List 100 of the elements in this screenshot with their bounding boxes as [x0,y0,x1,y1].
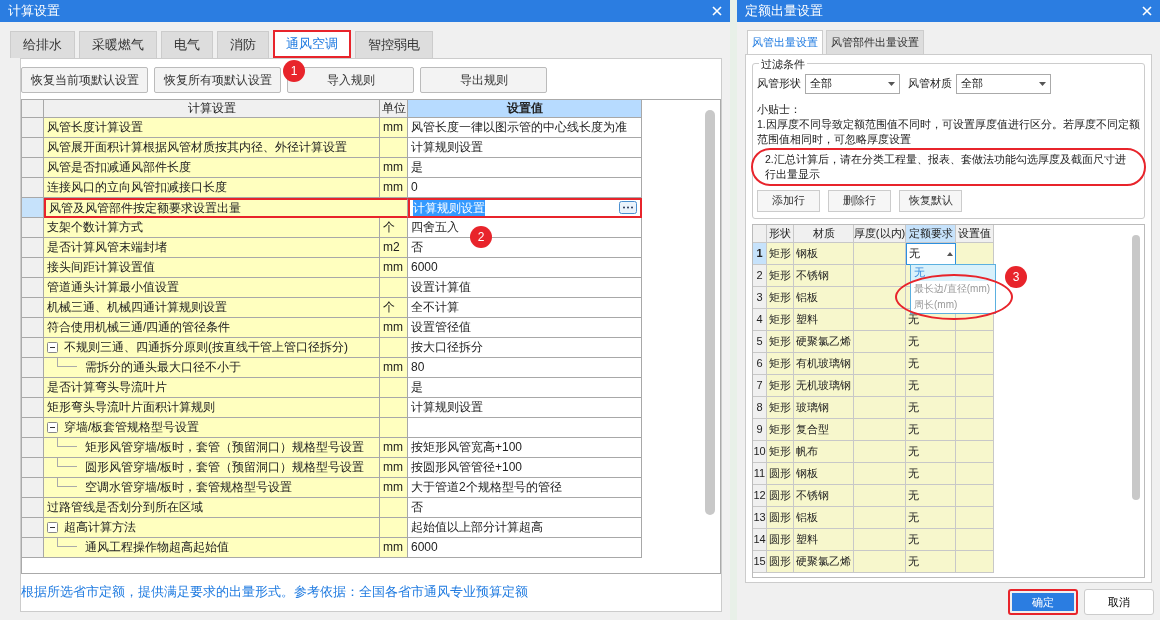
setting-name: 穿墙/板套管规格型号设置 [64,419,200,436]
tab[interactable]: 风管出量设置 [747,30,823,54]
dialog-button[interactable]: 确定 [1008,589,1078,615]
table-cell: 硬聚氯乙烯 [794,330,854,353]
table-cell [956,440,994,463]
table-cell: 风管长度一律以图示管的中心线长度为准 [408,117,642,138]
table-cell [854,374,906,397]
dropdown-field[interactable]: 全部 [805,73,900,94]
setting-name: 过路管线是否划分到所在区域 [47,499,203,516]
table-cell: 6000 [408,257,642,278]
table-cell: mm [380,477,408,498]
collapse-icon[interactable] [47,341,58,353]
row-number: 12 [753,484,767,507]
tab[interactable]: 电气 [161,31,213,58]
table-cell: mm [380,437,408,458]
table-cell: 玻璃钢 [794,396,854,419]
table-cell: mm [380,177,408,198]
tab[interactable]: 通风空调 [273,30,351,58]
close-icon[interactable] [1142,6,1152,16]
action-button[interactable]: 删除行 [828,189,891,212]
table-cell: mm [380,157,408,178]
table-cell [956,528,994,551]
setting-name: 矩形弯头导流叶片面积计算规则 [47,399,215,416]
tip-text: 1.因厚度不同导致定额范围值不同时，可设置厚度值进行区分。若厚度不同定额范围值相同时，可忽略厚度设置 [757,116,1140,147]
table-cell: 矩形 [767,440,794,463]
setting-name: 需拆分的通头最大口径不小于 [85,359,241,376]
column-header: 设置值 [956,224,994,243]
tab[interactable]: 消防 [217,31,269,58]
tab[interactable]: 给排水 [10,31,75,58]
setting-name: 风管展开面积计算根据风管材质按其内径、外径计算设置 [47,139,347,156]
table-cell [956,484,994,507]
column-header: 形状 [767,224,794,243]
column-header: 材质 [794,224,854,243]
dropdown-field[interactable]: 全部 [956,73,1051,94]
table-cell: 不锈钢 [794,264,854,287]
table-cell [854,506,906,529]
table-cell: 钢板 [794,462,854,485]
ellipsis-button[interactable] [619,201,637,214]
row-number: 15 [753,550,767,573]
tab[interactable]: 风管部件出量设置 [826,30,924,54]
dropdown-value: 全部 [961,76,983,92]
table-cell [956,506,994,529]
scrollbar[interactable] [705,109,715,515]
table-cell: 无 [906,484,956,507]
field-label: 风管形状 [757,76,801,92]
dropdown-field[interactable]: 无 [906,242,956,265]
setting-name: 风管是否扣减通风部件长度 [47,159,191,176]
field-label: 风管材质 [908,76,952,92]
table-cell: 钢板 [794,242,854,265]
table-cell: 无 [906,352,956,375]
collapse-icon[interactable] [47,521,58,533]
collapse-icon[interactable] [47,421,58,433]
caret-icon [888,81,895,86]
setting-name: 风管长度计算设置 [47,119,143,136]
table-cell: 计算规则设置 [408,397,642,418]
table-cell: 圆形 [767,528,794,551]
scrollbar[interactable] [1132,234,1140,500]
setting-name: 管道通头计算最小值设置 [47,279,179,296]
table-cell [956,242,994,265]
table-cell: 不锈钢 [794,484,854,507]
tab[interactable]: 智控弱电 [355,31,433,58]
setting-name: 机械三通、机械四通计算规则设置 [47,299,227,316]
setting-name: 支架个数计算方式 [47,219,143,236]
table-cell: 铝板 [794,286,854,309]
dropdown-value: 全部 [810,76,832,92]
setting-name: 风管及风管部件按定额要求设置出量 [49,199,241,216]
close-icon[interactable] [712,6,722,16]
table-cell [854,352,906,375]
action-button[interactable]: 恢复默认 [899,189,962,212]
toolbar-button[interactable]: 恢复当前项默认设置 [21,66,148,93]
toolbar-button[interactable]: 导出规则 [420,66,547,93]
row-number: 6 [753,352,767,375]
table-cell [854,242,906,265]
setting-name: 接头间距计算设置值 [47,259,155,276]
toolbar-button[interactable]: 恢复所有项默认设置 [154,66,281,93]
dialog-button[interactable]: 取消 [1084,589,1154,615]
row-number: 10 [753,440,767,463]
table-cell: 80 [408,357,642,378]
table-cell [854,462,906,485]
setting-name: 是否计算风管末端封堵 [47,239,167,256]
table-cell: 设置管径值 [408,317,642,338]
action-button[interactable]: 添加行 [757,189,820,212]
setting-name: 矩形风管穿墙/板时，套管（预留洞口）规格型号设置 [85,439,365,456]
table-cell: 无 [906,550,956,573]
table-cell: 起始值以上部分计算超高 [408,517,642,538]
table-cell: 圆形 [767,506,794,529]
column-header: 定额要求 [906,224,956,243]
table-cell [956,374,994,397]
caret-icon [1039,81,1046,86]
table-cell: mm [380,357,408,378]
table-cell: 无 [906,506,956,529]
tip-text: 2.汇总计算后，请在分类工程量、报表、套做法功能勾选厚度及截面尺寸进行出量显示 [751,147,1146,186]
table-cell [854,418,906,441]
tab[interactable]: 采暖燃气 [79,31,157,58]
table-cell [854,264,906,287]
table-cell: 无 [906,396,956,419]
table-cell [854,484,906,507]
setting-name: 圆形风管穿墙/板时，套管（预留洞口）规格型号设置 [85,459,365,476]
table-cell: 全不计算 [408,297,642,318]
table-cell [854,330,906,353]
